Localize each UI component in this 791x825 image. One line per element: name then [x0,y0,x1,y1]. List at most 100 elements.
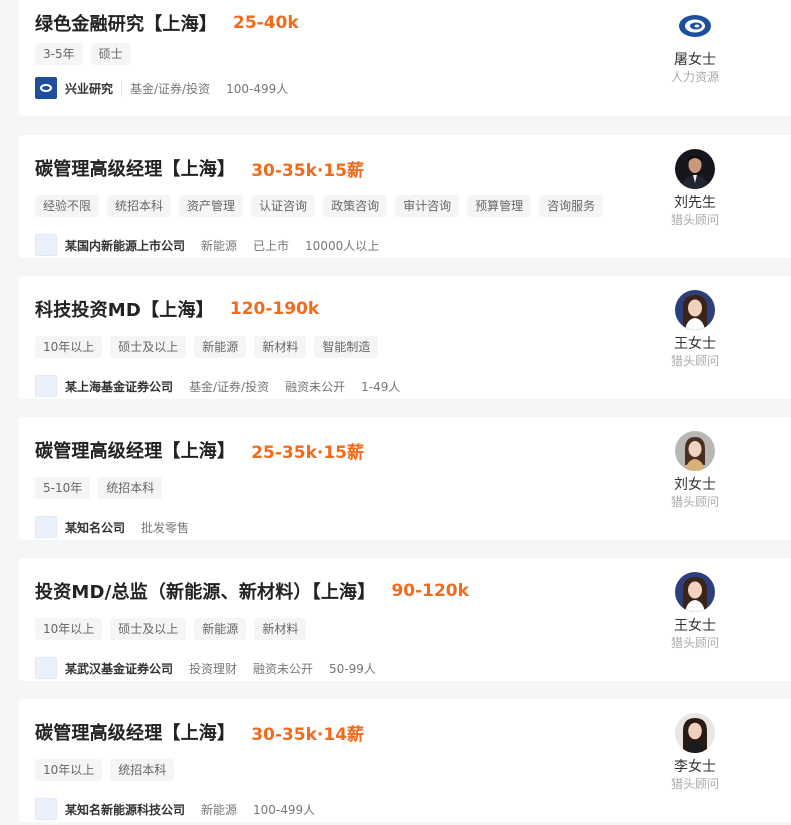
job-title-row: 绿色金融研究【上海】 25-40k [35,10,299,36]
female-avatar-icon [675,572,715,612]
job-title[interactable]: 碳管理高级经理【上海】 [35,155,235,181]
job-tag: 审计咨询 [395,195,460,217]
company-logo-placeholder-icon [35,234,57,256]
company-industry: 基金/证券/投资 [121,79,210,97]
female-avatar-icon [675,431,715,471]
company-row[interactable]: 兴业研究 基金/证券/投资 100-499人 [35,77,288,99]
company-logo-placeholder-icon [35,375,57,397]
job-card[interactable]: 碳管理高级经理【上海】 30-35k·15薪 经验不限 统招本科 资产管理 认证… [19,135,791,258]
job-tags: 10年以上 硕士及以上 新能源 新材料 [35,618,307,640]
company-industry: 新能源 [201,238,238,253]
job-card[interactable]: 碳管理高级经理【上海】 30-35k·14薪 10年以上 统招本科 某知名新能源… [19,699,791,822]
job-tag: 咨询服务 [539,195,604,217]
job-salary: 120-190k [229,299,320,319]
company-stage: 融资未公开 [285,379,346,394]
job-tags: 10年以上 统招本科 [35,759,175,781]
company-size: 1-49人 [361,379,401,394]
job-salary: 90-120k [391,581,469,601]
recruiter-role: 猎头顾问 [670,777,719,791]
recruiter-role: 猎头顾问 [670,495,719,509]
job-card[interactable]: 绿色金融研究【上海】 25-40k 3-5年 硕士 兴业研究 基金/证券/投资 … [19,0,791,116]
company-name[interactable]: 某知名新能源科技公司 [65,801,185,818]
company-name[interactable]: 兴业研究 [65,80,113,97]
company-logo-placeholder-icon [35,798,57,820]
xingye-logo-icon [35,77,57,99]
company-name[interactable]: 某上海基金证券公司 [65,378,173,395]
job-tag: 统招本科 [107,195,172,217]
recruiter-role: 猎头顾问 [670,213,719,227]
company-industry: 投资理财 [189,661,238,676]
company-industry: 批发零售 [141,520,190,535]
job-card[interactable]: 投资MD/总监（新能源、新材料）【上海】 90-120k 10年以上 硕士及以上… [19,558,791,681]
recruiter-name: 王女士 [674,618,716,634]
job-salary: 30-35k·15薪 [251,160,364,181]
job-tag: 预算管理 [467,195,532,217]
company-name[interactable]: 某知名公司 [65,519,125,536]
recruiter[interactable]: 李女士 猎头顾问 [659,713,731,791]
company-row[interactable]: 某知名公司 批发零售 [35,516,189,538]
recruiter[interactable]: 王女士 猎头顾问 [659,290,731,368]
company-name[interactable]: 某国内新能源上市公司 [65,237,185,254]
job-salary: 25-35k·15薪 [251,442,364,463]
company-name[interactable]: 某武汉基金证券公司 [65,660,173,677]
recruiter[interactable]: 刘先生 猎头顾问 [659,149,731,227]
company-row[interactable]: 某知名新能源科技公司 新能源 100-499人 [35,798,315,820]
job-title-row: 碳管理高级经理【上海】 30-35k·14薪 [35,719,364,745]
job-tag: 3-5年 [35,43,83,65]
job-title[interactable]: 投资MD/总监（新能源、新材料）【上海】 [35,578,375,604]
company-industry: 新能源 [201,802,238,817]
job-salary: 25-40k [233,13,299,33]
job-tag: 智能制造 [314,336,379,358]
recruiter-name: 刘女士 [674,477,716,493]
company-row[interactable]: 某国内新能源上市公司 新能源 已上市 10000人以上 [35,234,379,256]
job-card[interactable]: 碳管理高级经理【上海】 25-35k·15薪 5-10年 统招本科 某知名公司 … [19,417,791,540]
recruiter-name: 李女士 [674,759,716,775]
job-card[interactable]: 科技投资MD【上海】 120-190k 10年以上 硕士及以上 新能源 新材料 … [19,276,791,399]
recruiter-name: 屠女士 [674,52,716,68]
recruiter[interactable]: 刘女士 猎头顾问 [659,431,731,509]
job-title-row: 科技投资MD【上海】 120-190k [35,296,319,322]
male-avatar-icon [675,149,715,189]
job-tag: 硕士及以上 [110,618,187,640]
company-size: 50-99人 [329,661,376,676]
job-tags: 经验不限 统招本科 资产管理 认证咨询 政策咨询 审计咨询 预算管理 咨询服务 [35,195,604,217]
recruiter[interactable]: 屠女士 人力资源 [659,6,731,84]
company-size: 100-499人 [226,81,289,96]
female-avatar-icon [675,713,715,753]
company-stage: 已上市 [253,238,290,253]
job-salary: 30-35k·14薪 [251,724,364,745]
job-tag: 新材料 [254,336,307,358]
company-logo-placeholder-icon [35,516,57,538]
recruiter-name: 刘先生 [674,195,716,211]
company-size: 100-499人 [253,802,316,817]
job-tag: 10年以上 [35,759,103,781]
job-tag: 认证咨询 [251,195,316,217]
company-logo-avatar-icon [675,6,715,46]
job-tag: 硕士及以上 [110,336,187,358]
company-row[interactable]: 某武汉基金证券公司 投资理财 融资未公开 50-99人 [35,657,376,679]
job-tags: 3-5年 硕士 [35,43,131,65]
job-list: 绿色金融研究【上海】 25-40k 3-5年 硕士 兴业研究 基金/证券/投资 … [0,0,791,825]
job-title[interactable]: 碳管理高级经理【上海】 [35,437,235,463]
job-tags: 5-10年 统招本科 [35,477,163,499]
recruiter-role: 猎头顾问 [670,354,719,368]
job-tag: 新能源 [194,336,247,358]
job-title[interactable]: 碳管理高级经理【上海】 [35,719,235,745]
job-title[interactable]: 科技投资MD【上海】 [35,296,214,322]
job-title-row: 碳管理高级经理【上海】 25-35k·15薪 [35,437,364,463]
job-tag: 政策咨询 [323,195,388,217]
job-tag: 10年以上 [35,336,103,358]
job-title-row: 投资MD/总监（新能源、新材料）【上海】 90-120k [35,578,469,604]
company-logo-placeholder-icon [35,657,57,679]
job-tag: 5-10年 [35,477,91,499]
recruiter-role: 人力资源 [670,70,719,84]
job-tag: 统招本科 [98,477,163,499]
recruiter[interactable]: 王女士 猎头顾问 [659,572,731,650]
job-title[interactable]: 绿色金融研究【上海】 [35,10,217,36]
job-tag: 10年以上 [35,618,103,640]
job-tag: 硕士 [90,43,131,65]
company-industry: 基金/证券/投资 [189,379,270,394]
job-tags: 10年以上 硕士及以上 新能源 新材料 智能制造 [35,336,379,358]
job-tag: 新材料 [254,618,307,640]
company-row[interactable]: 某上海基金证券公司 基金/证券/投资 融资未公开 1-49人 [35,375,400,397]
